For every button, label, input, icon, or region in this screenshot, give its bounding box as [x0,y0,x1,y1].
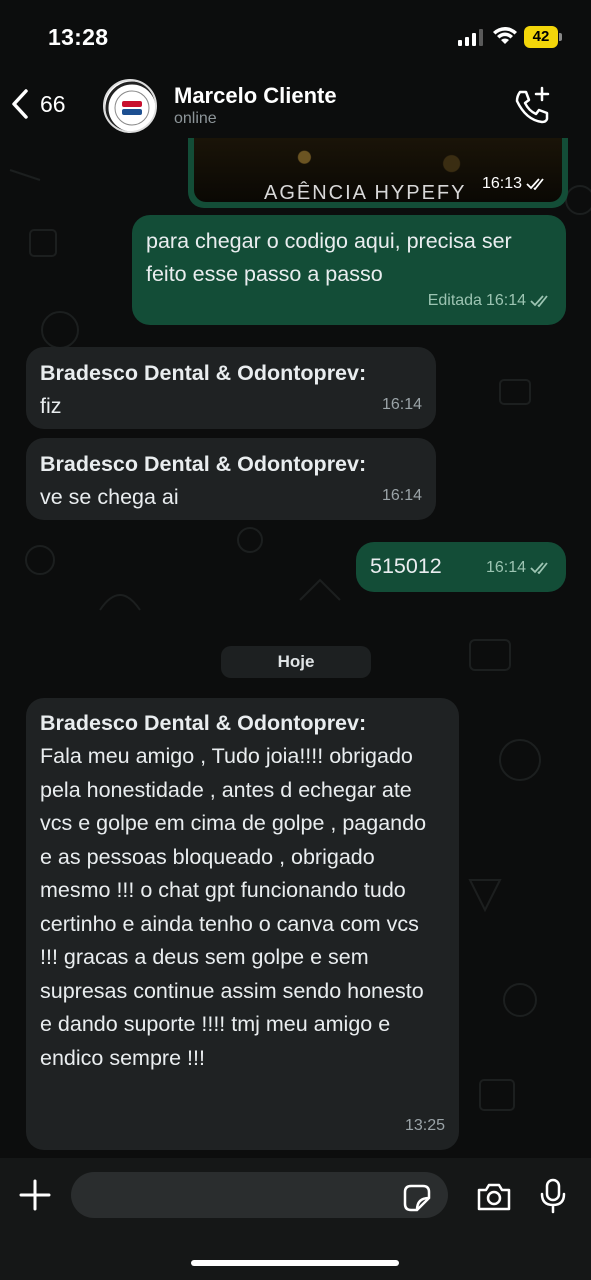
sender-name: Bradesco Dental & Odontoprev: [40,361,367,385]
message-text: ve se chega ai [40,485,179,509]
avatar[interactable] [103,79,157,133]
wifi-icon [493,27,517,44]
sender-name: Bradesco Dental & Odontoprev: [40,711,367,735]
status-time: 13:28 [48,24,109,50]
cellular-signal-icon [458,29,483,46]
contact-status: online [174,110,217,127]
message-time: 16:14 [381,487,422,504]
message-time: 16:13 [482,175,548,193]
add-call-icon[interactable] [512,86,552,126]
status-bar: 13:28 42 [0,0,591,72]
chevron-left-icon [12,89,28,119]
read-receipt-icon [526,178,544,190]
home-indicator [191,1260,399,1266]
battery-icon: 42 [524,26,562,48]
message-text: Fala meu amigo , Tudo joia!!!! obrigado … [40,744,427,1070]
brand-logo-icon [105,81,155,131]
image-message[interactable]: AGÊNCIA HYPEFY 16:13 [188,138,568,208]
message-time: 13:25 [404,1117,445,1134]
back-button[interactable]: 66 [10,84,90,124]
microphone-icon[interactable] [540,1178,566,1214]
contact-name[interactable]: Marcelo Cliente [174,83,337,109]
message-meta: 16:14 [486,551,552,584]
message-meta: Editada 16:14 [428,284,552,317]
battery-level: 42 [532,28,550,45]
sender-name: Bradesco Dental & Odontoprev: [40,452,367,476]
message-text: para chegar o codigo aqui, precisa ser f… [146,229,512,286]
image-brand-text: AGÊNCIA HYPEFY [264,182,467,202]
plus-icon[interactable] [18,1178,52,1212]
message-input[interactable] [71,1172,448,1218]
message-bubble-outgoing[interactable]: 515012 16:14 [356,542,566,592]
camera-icon[interactable] [476,1182,512,1212]
message-bubble-incoming[interactable]: Bradesco Dental & Odontoprev: fiz 16:14 [26,347,436,429]
message-image[interactable]: AGÊNCIA HYPEFY 16:13 [194,138,562,202]
read-receipt-icon [530,561,548,574]
message-time: 16:14 [485,559,526,576]
message-bubble-incoming[interactable]: Bradesco Dental & Odontoprev: ve se cheg… [26,438,436,520]
message-bubble-incoming[interactable]: Bradesco Dental & Odontoprev: Fala meu a… [26,698,459,1150]
message-text: fiz [40,394,62,418]
unread-count: 66 [40,90,66,117]
chat-header: 66 Marcelo Cliente online [0,72,591,138]
message-time: 16:14 [381,396,422,413]
edited-label: Editada [427,292,482,309]
message-bubble-outgoing[interactable]: para chegar o codigo aqui, precisa ser f… [132,215,566,325]
message-time: 16:14 [485,292,526,309]
read-receipt-icon [530,294,548,307]
sticker-icon[interactable] [402,1183,432,1213]
date-separator: Hoje [221,646,371,678]
